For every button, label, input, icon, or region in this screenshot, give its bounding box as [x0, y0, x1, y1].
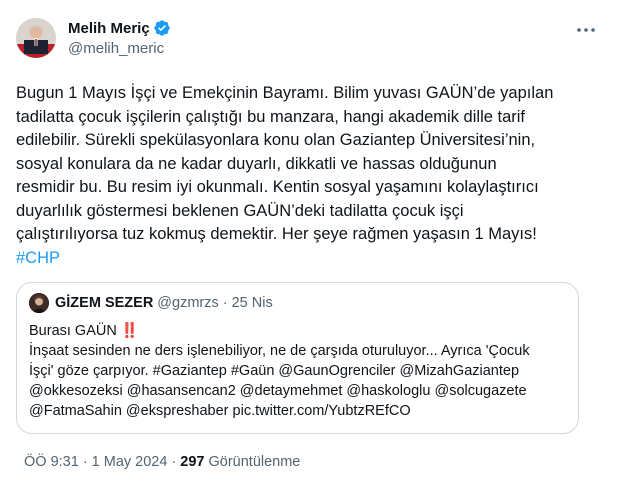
tweet-text-line: tadilatta çocuk işçilerin çalıştığı bu m… — [16, 107, 525, 126]
author-names: Melih Meriç @melih_meric — [68, 18, 171, 57]
quoted-first-line: Burası GAÜN — [29, 323, 117, 339]
tweet-text-line: duyarlılık göstermesi beklenen GAÜN’deki… — [16, 201, 464, 220]
author-avatar[interactable] — [16, 18, 56, 58]
quoted-tweet[interactable]: GİZEM SEZER @gzmrzs · 25 Nis Burası GAÜN… — [16, 282, 579, 434]
footer-separator: · — [82, 454, 88, 470]
footer-separator: · — [171, 454, 177, 470]
author-display-name[interactable]: Melih Meriç — [68, 20, 150, 37]
verified-badge-icon[interactable] — [153, 19, 171, 37]
views-label: Görüntülenme — [208, 454, 301, 470]
tweet: Melih Meriç @melih_meric Bugun 1 Mayıs İ… — [0, 0, 622, 488]
tweet-date[interactable]: 1 May 2024 — [92, 454, 168, 470]
more-options-icon[interactable] — [574, 20, 598, 40]
quoted-text-line: @FatmaSahin @ekspreshaber pic.twitter.co… — [29, 403, 411, 419]
quoted-date: 25 Nis — [231, 295, 273, 311]
tweet-text-line: resmidir bu. Bu resim iyi okunmalı. Kent… — [16, 178, 539, 196]
quoted-author-handle: @gzmrzs — [157, 295, 219, 311]
tweet-text-line: Bugun 1 Mayıs İşçi ve Emekçinin Bayramı.… — [16, 84, 554, 102]
quoted-author-display-name: GİZEM SEZER — [55, 295, 154, 311]
hashtag-link[interactable]: #CHP — [16, 247, 578, 271]
double-exclamation-icon: ‼️ — [120, 323, 139, 339]
quoted-text-line: @okkesozeksi @hasansencan2 @detaymehmet … — [29, 383, 527, 399]
tweet-time[interactable]: ÖÖ 9:31 — [24, 454, 79, 470]
tweet-footer: ÖÖ 9:31 · 1 May 2024 · 297 Görüntülenme — [24, 454, 300, 470]
quoted-meta-separator: · — [222, 295, 228, 311]
tweet-text-line: çalıştırılıyorsa tuz kokmuş demektir. He… — [16, 225, 537, 243]
author-handle[interactable]: @melih_meric — [68, 40, 171, 57]
tweet-header: Melih Meriç @melih_meric — [16, 12, 606, 64]
tweet-text-line: sosyal konulara da ne kadar duyarlı, dik… — [16, 154, 497, 173]
quoted-text-line: İnşaat sesinden ne ders işlenebiliyor, n… — [29, 343, 530, 359]
tweet-text-line: edilebilir. Sürekli spekülasyonlara konu… — [16, 131, 536, 149]
tweet-text: Bugun 1 Mayıs İşçi ve Emekçinin Bayramı.… — [16, 82, 606, 270]
quoted-tweet-header: GİZEM SEZER @gzmrzs · 25 Nis — [29, 293, 566, 313]
quoted-tweet-text: Burası GAÜN ‼️ İnşaat sesinden ne ders iş… — [29, 321, 566, 421]
quoted-author-avatar — [29, 293, 49, 313]
quoted-text-line: İşçi' göze çarpıyor. #Gaziantep #Gaün @G… — [29, 363, 520, 379]
views-count: 297 — [180, 454, 205, 470]
